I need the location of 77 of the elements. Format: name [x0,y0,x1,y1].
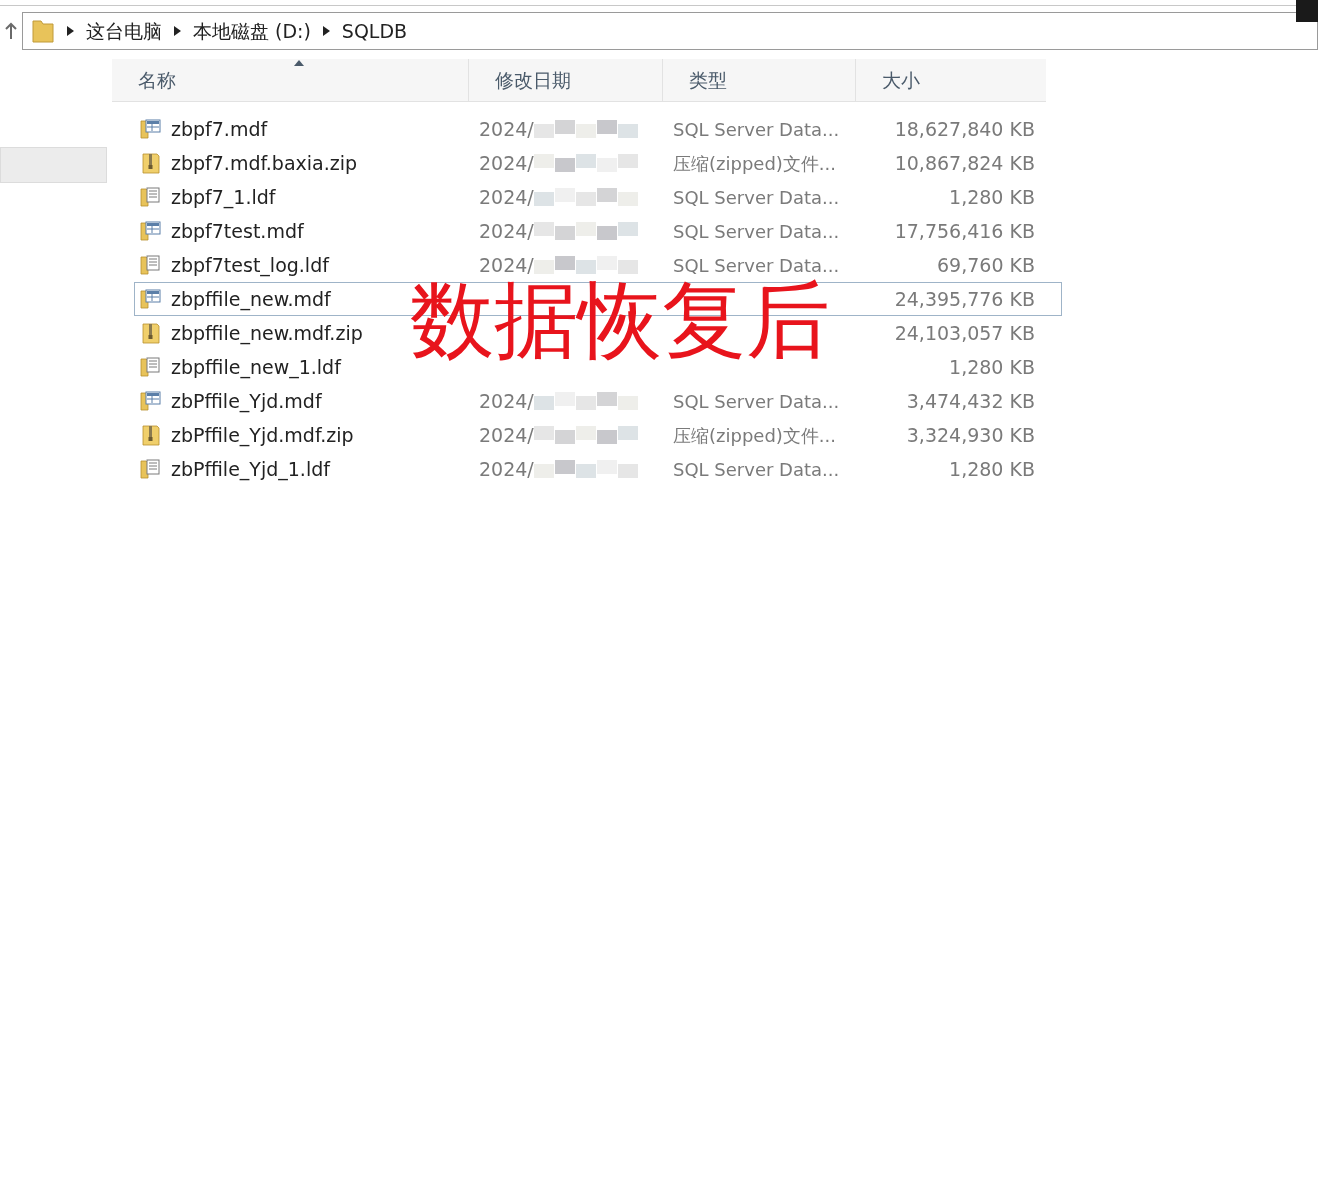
file-size: 18,627,840 KB [894,117,1035,140]
folder-icon [30,18,55,44]
breadcrumb-item[interactable]: 本地磁盘 (D:) [192,16,311,46]
file-size: 3,324,930 KB [906,423,1035,446]
modified-date: 2024/ [479,116,534,142]
blurred-date-icon [533,152,638,174]
blurred-date-icon [533,186,638,208]
file-name: zbPffile_Yjd.mdf.zip [171,422,354,449]
file-row[interactable]: zbpf7_1.ldf 2024/ SQL Server Data... 1,280 KB [134,180,1062,214]
modified-date: 2024/ [479,252,534,278]
file-row[interactable]: zbpf7.mdf 2024/ SQL Server Data... 18,627,840 KB [134,112,1062,146]
database-file-icon [139,287,163,311]
modified-date: 2024/ [479,456,534,482]
column-header[interactable]: 类型 [662,59,855,101]
file-row[interactable]: zbPffile_Yjd.mdf 2024/ SQL Server Data... 3,474,432 KB [134,384,1062,418]
file-type: SQL Server Data... [673,186,840,208]
file-size: 69,760 KB [937,253,1035,276]
chevron-right-icon [173,26,181,36]
chevron-right-icon [322,26,330,36]
file-name: zbPffile_Yjd_1.ldf [171,456,330,483]
zip-file-icon [139,321,163,345]
modified-date: 2024/ [479,388,534,414]
file-type: SQL Server Data... [673,254,840,276]
file-size: 24,395,776 KB [894,287,1035,310]
blurred-date-icon [533,390,638,412]
address-bar[interactable]: 这台电脑 本地磁盘 (D:) SQLDB [21,12,1318,50]
zip-file-icon [139,151,163,175]
zip-file-icon [139,423,163,447]
column-header[interactable]: 大小 [855,59,1046,101]
log-file-icon [139,253,163,277]
modified-date: 2024/ [479,218,534,244]
file-name: zbpf7.mdf.baxia.zip [171,150,358,176]
breadcrumb-item[interactable]: SQLDB [341,16,408,46]
file-row[interactable]: zbPffile_Yjd.mdf.zip 2024/ 压缩(zipped)文件... 3,324,930 KB [134,418,1062,452]
chevron-right-icon [66,26,74,36]
blurred-date-icon [533,458,638,480]
column-header[interactable]: 名称 [112,59,468,101]
file-name: zbpf7_1.ldf [171,184,276,211]
file-size: 3,474,432 KB [906,389,1035,412]
file-name: zbpf7test.mdf [171,218,304,244]
file-size: 24,103,057 KB [894,321,1035,344]
log-file-icon [139,185,163,209]
blurred-date-icon [533,118,638,140]
file-size: 10,867,824 KB [894,151,1035,174]
file-name: zbpffile_new.mdf.zip [171,320,363,347]
blurred-date-icon [533,220,638,242]
file-type: SQL Server Data... [673,390,840,412]
breadcrumb-item[interactable]: 这台电脑 [85,16,162,46]
file-size: 17,756,416 KB [894,219,1035,242]
modified-date: 2024/ [479,150,534,176]
file-row[interactable]: zbPffile_Yjd_1.ldf 2024/ SQL Server Data... 1,280 KB [134,452,1062,486]
file-size: 1,280 KB [949,185,1035,208]
column-header[interactable]: 修改日期 [468,59,662,101]
modified-date: 2024/ [479,422,534,448]
file-name: zbpffile_new_1.ldf [171,354,341,381]
modified-date: 2024/ [479,184,534,210]
blurred-date-icon [533,254,638,276]
file-type: SQL Server Data... [673,118,840,140]
file-type: 压缩(zipped)文件... [673,152,836,174]
file-size: 1,280 KB [949,355,1035,378]
blurred-date-icon [533,424,638,446]
database-file-icon [139,117,163,141]
file-name: zbpffile_new.mdf [171,286,331,313]
log-file-icon [139,457,163,481]
file-type: SQL Server Data... [673,220,840,242]
database-file-icon [139,389,163,413]
file-type: 压缩(zipped)文件... [673,424,836,446]
file-name: zbpf7.mdf [171,116,268,142]
file-size: 1,280 KB [949,457,1035,480]
file-type: SQL Server Data... [673,458,840,480]
log-file-icon [139,355,163,379]
window-corner [1296,0,1318,22]
database-file-icon [139,219,163,243]
file-row[interactable]: zbpf7test.mdf 2024/ SQL Server Data... 17,756,416 KB [134,214,1062,248]
file-row[interactable]: zbpf7.mdf.baxia.zip 2024/ 压缩(zipped)文件... 10,867,824 KB [134,146,1062,180]
file-name: zbPffile_Yjd.mdf [171,388,322,415]
file-name: zbpf7test_log.ldf [171,252,329,279]
